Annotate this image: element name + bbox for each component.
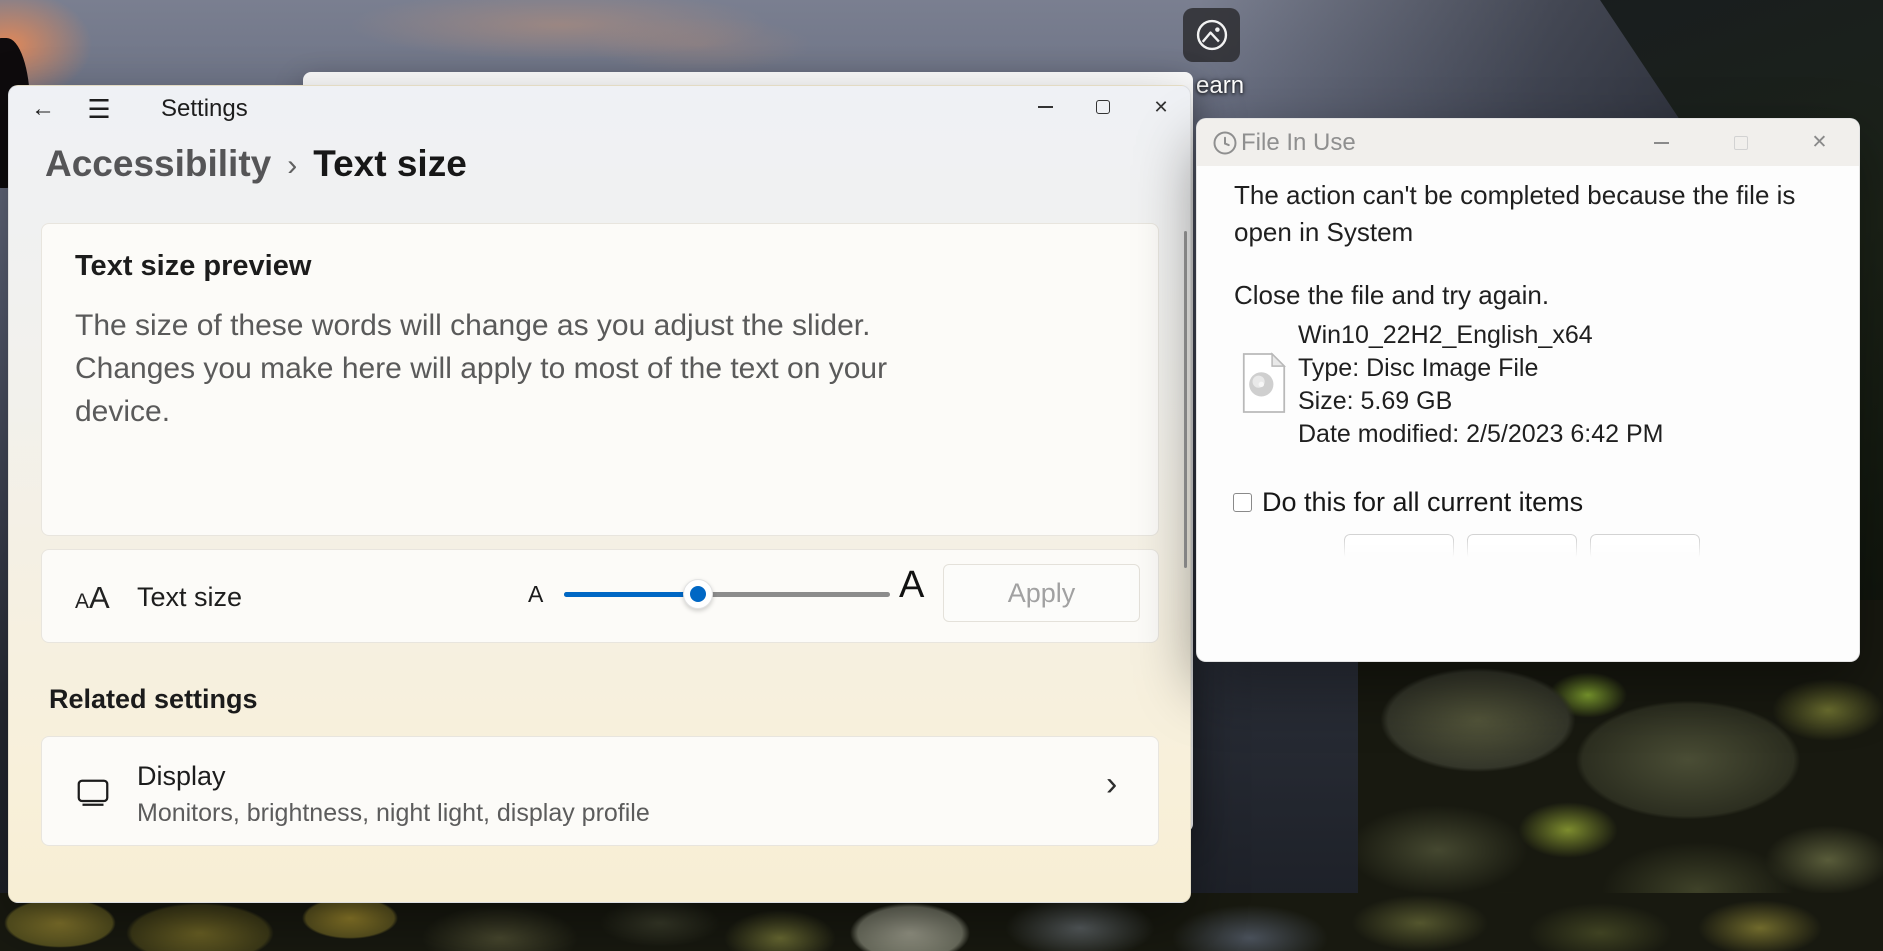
file-size: Size: 5.69 GB xyxy=(1298,385,1664,418)
file-in-use-dialog: File In Use ✕ The action can't be comple… xyxy=(1196,118,1860,662)
dialog-buttons-cutoff xyxy=(1344,534,1700,560)
settings-scrollbar[interactable] xyxy=(1184,231,1187,568)
do-this-for-all-checkbox[interactable] xyxy=(1233,493,1252,512)
file-type: Type: Disc Image File xyxy=(1298,352,1664,385)
settings-window: ← ☰ Settings ✕ Accessibility › Text size… xyxy=(8,85,1191,903)
slider-min-label: A xyxy=(528,581,543,608)
close-button[interactable]: ✕ xyxy=(1132,86,1190,128)
navigation-menu-button[interactable]: ☰ xyxy=(79,92,119,126)
display-row-subtitle: Monitors, brightness, night light, displ… xyxy=(137,799,650,828)
checkbox-label: Do this for all current items xyxy=(1262,487,1583,518)
window-title: Settings xyxy=(161,95,248,123)
close-icon: ✕ xyxy=(1153,98,1168,116)
display-settings-row[interactable]: Display Monitors, brightness, night ligh… xyxy=(41,736,1159,846)
hamburger-icon: ☰ xyxy=(87,94,110,125)
text-size-icon: A A xyxy=(75,550,110,644)
slider-thumb[interactable] xyxy=(683,579,713,609)
breadcrumb-accessibility[interactable]: Accessibility xyxy=(45,143,271,185)
slider-label: Text size xyxy=(137,582,242,613)
back-arrow-icon: ← xyxy=(31,95,55,123)
page-title: Text size xyxy=(313,143,467,185)
dialog-button-2[interactable] xyxy=(1467,534,1577,560)
disc-image-file-icon xyxy=(1241,352,1287,414)
desktop: earn ← ☰ Settings ✕ Accessibility › Text… xyxy=(0,0,1883,951)
text-size-preview-card: Text size preview The size of these word… xyxy=(41,223,1159,536)
file-modified: Date modified: 2/5/2023 6:42 PM xyxy=(1298,418,1664,451)
preview-body: The size of these words will change as y… xyxy=(75,304,985,433)
slider-fill xyxy=(564,592,698,597)
dialog-minimize-button[interactable] xyxy=(1622,119,1701,166)
text-size-slider[interactable] xyxy=(564,592,890,597)
slider-thumb-dot xyxy=(690,586,706,602)
back-button[interactable]: ← xyxy=(23,92,63,126)
chevron-right-icon: › xyxy=(1106,765,1117,804)
text-size-icon-large-a: A xyxy=(89,580,110,616)
dialog-maximize-button xyxy=(1701,119,1780,166)
minimize-button[interactable] xyxy=(1016,86,1074,128)
file-name: Win10_22H2_English_x64 xyxy=(1298,319,1664,352)
settings-titlebar: ← ☰ Settings ✕ xyxy=(9,86,1190,132)
minimize-icon xyxy=(1654,142,1669,144)
dialog-titlebar: File In Use ✕ xyxy=(1197,119,1859,166)
dialog-close-button[interactable]: ✕ xyxy=(1780,119,1859,166)
shortcut-label[interactable]: earn xyxy=(1196,72,1244,100)
file-details: Win10_22H2_English_x64 Type: Disc Image … xyxy=(1298,319,1664,451)
minimize-icon xyxy=(1038,106,1053,108)
maximize-button[interactable] xyxy=(1074,86,1132,128)
maximize-icon xyxy=(1096,100,1110,114)
dialog-button-3[interactable] xyxy=(1590,534,1700,560)
breadcrumb-separator: › xyxy=(287,146,297,183)
display-icon xyxy=(75,774,111,815)
photos-shortcut-icon[interactable] xyxy=(1183,8,1240,62)
apply-button[interactable]: Apply xyxy=(943,564,1140,622)
clock-icon xyxy=(1211,129,1239,157)
display-row-title: Display xyxy=(137,761,226,792)
breadcrumb: Accessibility › Text size xyxy=(45,143,467,185)
text-size-icon-small-a: A xyxy=(75,590,89,614)
maximize-icon xyxy=(1734,136,1748,150)
related-settings-heading: Related settings xyxy=(49,684,258,715)
slider-max-label: A xyxy=(899,564,924,607)
dialog-message: The action can't be completed because th… xyxy=(1234,177,1834,251)
photo-icon xyxy=(1194,17,1230,53)
text-size-slider-row: A A Text size A A Apply xyxy=(41,549,1159,643)
dialog-instruction: Close the file and try again. xyxy=(1234,280,1549,311)
dialog-title: File In Use xyxy=(1241,129,1356,157)
close-icon: ✕ xyxy=(1812,133,1828,152)
preview-heading: Text size preview xyxy=(75,250,311,283)
dialog-button-1[interactable] xyxy=(1344,534,1454,560)
